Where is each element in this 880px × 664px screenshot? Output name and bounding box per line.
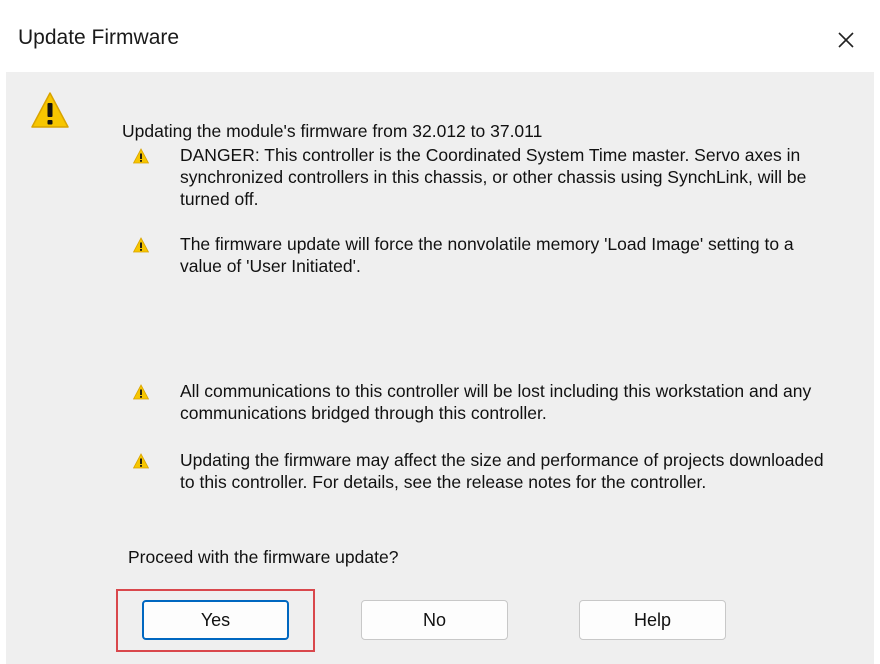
help-button[interactable]: Help — [579, 600, 726, 640]
update-heading: Updating the module's firmware from 32.0… — [122, 121, 543, 141]
warning-text: Updating the firmware may affect the siz… — [180, 450, 824, 492]
confirm-prompt: Proceed with the firmware update? — [128, 547, 399, 567]
dialog-title: Update Firmware — [18, 26, 180, 49]
close-button[interactable] — [826, 20, 866, 60]
warning-text: All communications to this controller wi… — [180, 381, 812, 423]
update-firmware-dialog: Update Firmware Updating the module's fi… — [6, 10, 874, 664]
warning-icon — [133, 237, 149, 253]
no-button[interactable]: No — [361, 600, 508, 640]
warning-item: DANGER: This controller is the Coordinat… — [133, 144, 843, 210]
close-icon — [838, 32, 854, 48]
warning-text: The firmware update will force the nonvo… — [180, 234, 794, 276]
yes-button[interactable]: Yes — [142, 600, 289, 640]
warning-icon — [133, 453, 149, 469]
title-bar: Update Firmware — [6, 10, 874, 72]
warning-icon — [133, 384, 149, 400]
warning-item: All communications to this controller wi… — [133, 380, 843, 424]
warning-icon — [133, 148, 149, 164]
warning-item: Updating the firmware may affect the siz… — [133, 449, 843, 493]
warning-item: The firmware update will force the nonvo… — [133, 233, 843, 277]
warning-text: DANGER: This controller is the Coordinat… — [180, 145, 807, 209]
warning-icon — [30, 90, 70, 135]
